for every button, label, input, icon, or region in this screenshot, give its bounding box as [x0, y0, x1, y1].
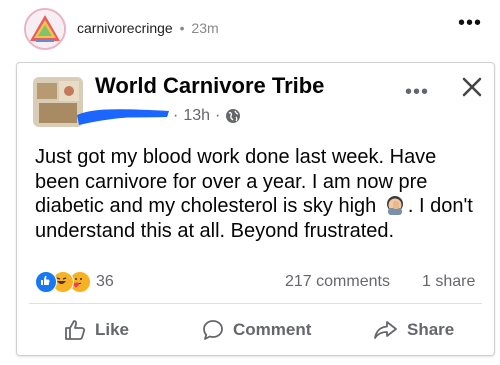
outer-timestamp: 23m	[191, 20, 219, 36]
thumbs-up-icon	[65, 320, 86, 340]
post-card: World Carnivore Tribe · 13h · ••• Just g…	[16, 62, 495, 356]
reactions-summary[interactable]: 36	[35, 271, 114, 293]
group-name[interactable]: World Carnivore Tribe	[95, 73, 324, 99]
outer-username-line: carnivorecringe • 23m	[77, 20, 219, 36]
close-icon[interactable]	[460, 75, 484, 99]
face-palm-emoji-icon	[386, 196, 403, 215]
post-text-part-1: Just got my blood work done last week. H…	[35, 146, 437, 217]
post-body: Just got my blood work done last week. H…	[35, 145, 485, 243]
reaction-count: 36	[96, 273, 114, 290]
comment-button[interactable]: Comment	[201, 318, 311, 342]
globe-icon	[226, 109, 241, 123]
share-button[interactable]: Share	[373, 318, 454, 342]
like-button[interactable]: Like	[63, 318, 129, 342]
meta-separator-2: ·	[215, 107, 221, 124]
like-label: Like	[95, 320, 130, 339]
share-label: Share	[407, 320, 455, 339]
redaction-scribble	[77, 109, 169, 125]
post-meta: · 13h ·	[173, 107, 241, 125]
share-arrow-icon	[374, 321, 397, 339]
outer-header: carnivorecringe • 23m •••	[0, 0, 500, 60]
avatar[interactable]	[24, 8, 66, 50]
divider	[29, 303, 482, 304]
separator: •	[179, 20, 185, 36]
comments-count[interactable]: 217 comments	[285, 273, 390, 291]
outer-username[interactable]: carnivorecringe	[77, 20, 173, 36]
post-more-button[interactable]: •••	[405, 81, 429, 104]
comment-label: Comment	[233, 320, 312, 339]
shares-count[interactable]: 1 share	[422, 273, 475, 291]
meta-separator: ·	[173, 107, 179, 124]
comment-bubble-icon	[203, 320, 223, 340]
avatar-pyramid-icon	[26, 10, 64, 48]
like-reaction-icon	[35, 271, 57, 293]
post-timestamp[interactable]: 13h	[183, 107, 210, 125]
outer-more-button[interactable]: •••	[458, 12, 482, 35]
